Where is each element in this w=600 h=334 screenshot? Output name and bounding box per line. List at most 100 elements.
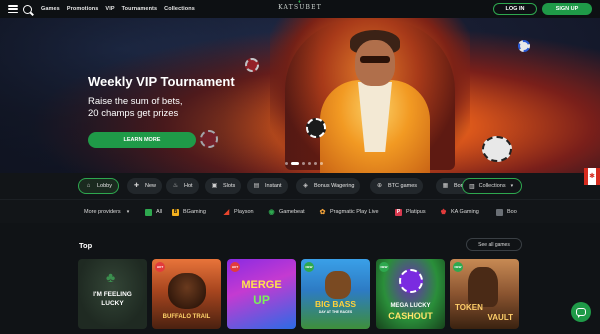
search-icon[interactable] <box>23 4 32 14</box>
carousel-dot-active[interactable] <box>291 162 299 165</box>
provider-all[interactable]: All <box>145 206 162 218</box>
chevron-down-icon: ▾ <box>510 183 514 189</box>
top-header: Games Promotions VIP Tournaments Collect… <box>0 0 600 18</box>
btc-icon: ⊕ <box>376 182 383 189</box>
instant-icon: ▤ <box>253 182 260 189</box>
pragmatic-play-logo-icon: ✿ <box>319 209 326 216</box>
collections-label: Collections <box>478 183 506 189</box>
nav-games[interactable]: Games <box>41 6 60 12</box>
provider-label: Pragmatic Play Live <box>330 209 379 215</box>
canada-flag-icon[interactable]: ✱ <box>584 168 600 185</box>
hero-banner[interactable]: Weekly VIP Tournament Raise the sum of b… <box>0 18 600 173</box>
category-label: Lobby <box>97 183 112 189</box>
carousel-dot[interactable] <box>314 162 317 165</box>
new-badge: NEW <box>379 262 389 272</box>
hero-subtitle: Raise the sum of bets, 20 champs get pri… <box>88 96 228 120</box>
provider-playson[interactable]: ◢ Playson <box>223 206 254 218</box>
nav-promotions[interactable]: Promotions <box>67 6 99 12</box>
provider-label: Gamebeat <box>279 209 305 215</box>
see-all-games-button[interactable]: See all games <box>466 238 522 251</box>
game-title: LUCKY <box>101 300 124 307</box>
game-title: VAULT <box>487 313 513 322</box>
providers-bar: More providers ▾ All B BGaming ◢ Playson ◉… <box>0 199 600 223</box>
collections-dropdown[interactable]: ▥ Collections ▾ <box>462 178 522 194</box>
game-subtitle: DAY AT THE RACES <box>318 310 353 314</box>
clover-icon: ♣ <box>106 269 116 285</box>
provider-boo[interactable]: Boo <box>496 206 520 218</box>
new-badge: NEW <box>453 262 463 272</box>
game-title: UP <box>253 293 270 307</box>
lobby-icon: ⌂ <box>86 182 91 189</box>
casino-page: Games Promotions VIP Tournaments Collect… <box>0 0 600 334</box>
game-title: BIG BASS <box>314 299 357 309</box>
carousel-dot[interactable] <box>320 162 323 165</box>
category-instant[interactable]: ▤ Instant <box>247 178 288 194</box>
game-title: CASHOUT <box>388 311 433 321</box>
nav-tournaments[interactable]: Tournaments <box>122 6 158 12</box>
category-label: New <box>145 183 157 189</box>
game-tile-token-vault[interactable]: NEW TOKEN VAULT <box>450 259 519 329</box>
hot-badge: HOT <box>155 262 165 272</box>
provider-ka-gaming[interactable]: ♚ KA Gaming <box>440 206 479 218</box>
sunglasses-illustration <box>360 56 390 63</box>
learn-more-button[interactable]: LEARN MORE <box>88 132 196 148</box>
category-label: BTC games <box>388 183 418 189</box>
game-tile-mega-lucky-cashout[interactable]: NEW MEGA LUCKY CASHOUT <box>376 259 445 329</box>
more-providers-dropdown[interactable]: More providers ▾ <box>84 206 129 218</box>
category-bar: ⌂ Lobby ✚ New ♨ Hot ▣ Slots ▤ Instant ◈ Bonus … <box>0 173 600 199</box>
category-btc-games[interactable]: ⊕ BTC games <box>370 178 424 194</box>
game-title: MERGE <box>241 279 282 291</box>
new-badge: NEW <box>304 262 314 272</box>
site-logo[interactable]: KATSUBET <box>278 4 322 11</box>
category-slots[interactable]: ▣ Slots <box>205 178 242 194</box>
provider-label: KA Gaming <box>451 209 479 215</box>
provider-bgaming[interactable]: B BGaming <box>172 206 206 218</box>
category-lobby[interactable]: ⌂ Lobby <box>78 178 119 194</box>
game-tile-merge-up[interactable]: HOT MERGE UP <box>227 259 296 329</box>
chevron-down-icon: ▾ <box>126 209 130 215</box>
platipus-logo-icon: P <box>395 208 402 216</box>
carousel-dot[interactable] <box>302 162 305 165</box>
live-chat-button[interactable] <box>571 302 591 322</box>
provider-pragmatic-play-live[interactable]: ✿ Pragmatic Play Live <box>319 206 379 218</box>
more-providers-label: More providers <box>84 209 121 215</box>
category-label: Hot <box>184 183 193 189</box>
poker-chip-icon <box>482 136 512 162</box>
carousel-dot[interactable] <box>308 162 311 165</box>
new-icon: ✚ <box>133 182 140 189</box>
category-new[interactable]: ✚ New <box>127 178 163 194</box>
game-tile-big-bass[interactable]: NEW BIG BASS DAY AT THE RACES <box>301 259 370 329</box>
horse-illustration <box>325 271 351 299</box>
bonus-buy-icon: ▦ <box>442 182 449 189</box>
hamburger-menu-icon[interactable] <box>8 5 18 13</box>
bgaming-logo-icon: B <box>172 208 179 216</box>
category-hot[interactable]: ♨ Hot <box>166 178 199 194</box>
hero-title: Weekly VIP Tournament <box>88 74 235 89</box>
carousel-dot[interactable] <box>285 162 288 165</box>
game-tile-im-feeling-lucky[interactable]: ♣ I'M FEELING LUCKY <box>78 259 147 329</box>
provider-label: Boo <box>507 209 517 215</box>
chip-logo-icon <box>399 269 423 293</box>
provider-gamebeat[interactable]: ◉ Gamebeat <box>268 206 305 218</box>
category-bonus-wagering[interactable]: ◈ Bonus Wagering <box>296 178 361 194</box>
hero-subtitle-line: 20 champs get prizes <box>88 108 179 119</box>
hot-badge: HOT <box>230 262 240 272</box>
slots-icon: ▣ <box>211 182 218 189</box>
login-button[interactable]: LOG IN <box>493 3 537 15</box>
game-title: I'M FEELING <box>93 291 132 298</box>
ka-gaming-logo-icon: ♚ <box>440 209 447 216</box>
game-tile-buffalo-trail[interactable]: HOT BUFFALO TRAIL <box>152 259 221 329</box>
provider-label: Platipus <box>406 209 426 215</box>
collections-icon: ▥ <box>469 183 475 190</box>
gamebeat-logo-icon: ◉ <box>268 209 275 216</box>
category-label: Instant <box>265 183 282 189</box>
provider-label: Playson <box>234 209 254 215</box>
chat-icon <box>576 308 586 316</box>
poker-chip-icon <box>518 40 530 52</box>
signup-button[interactable]: SIGN UP <box>542 3 592 15</box>
nav-collections[interactable]: Collections <box>164 6 195 12</box>
provider-label: BGaming <box>183 209 206 215</box>
provider-platipus[interactable]: P Platipus <box>395 206 426 218</box>
bonus-icon: ◈ <box>303 182 308 189</box>
nav-vip[interactable]: VIP <box>105 6 114 12</box>
